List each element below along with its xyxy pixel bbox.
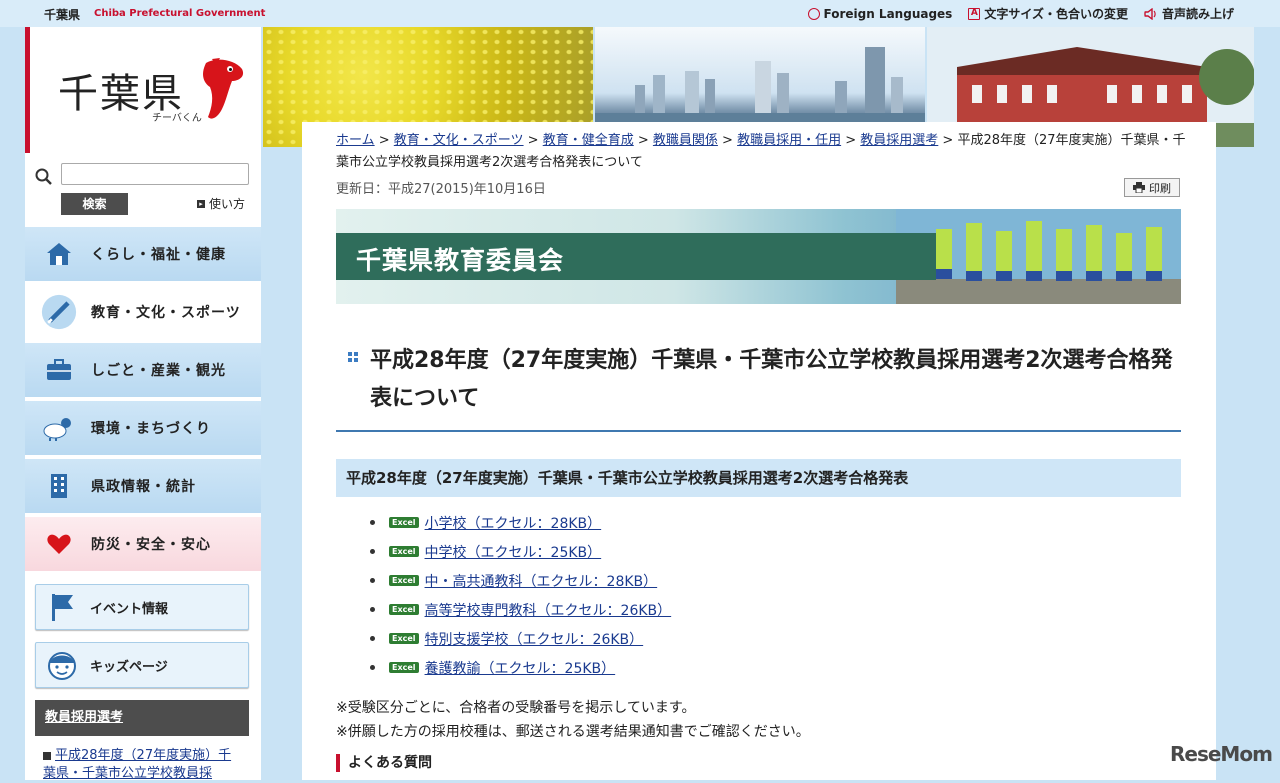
event-info-label: イベント情報: [90, 601, 169, 617]
nav-label: 環境・まちづくり: [91, 421, 211, 437]
howto-link[interactable]: ▸ 使い方: [197, 195, 245, 212]
pen-icon: [41, 294, 77, 330]
bullet: [370, 665, 375, 670]
bullet: [370, 520, 375, 525]
nav-disaster-safety[interactable]: 防災・安全・安心: [25, 517, 261, 573]
site-name-en[interactable]: Chiba Prefectural Government: [94, 8, 265, 19]
letter-a-icon: A: [968, 7, 981, 20]
file-link-junior-senior-common[interactable]: 中・高共通教科（エクセル：28KB）: [425, 571, 658, 591]
bullet: [370, 607, 375, 612]
nav-living-welfare-health[interactable]: くらし・福祉・健康: [25, 227, 261, 283]
site-name[interactable]: 千葉県: [44, 6, 80, 23]
globe-icon: [807, 7, 820, 20]
file-link-school-nurse[interactable]: 養護教諭（エクセル：25KB）: [425, 658, 616, 678]
breadcrumb-staff-recruitment[interactable]: 教職員採用・任用: [737, 133, 841, 148]
arrow-right-icon: [43, 751, 51, 760]
search-input[interactable]: [61, 163, 249, 185]
building-icon: [41, 468, 77, 504]
faq-heading: よくある質問: [336, 754, 432, 772]
excel-icon: Excel: [389, 604, 419, 615]
bullet: [370, 578, 375, 583]
sidebar-link-current-page[interactable]: 平成28年度（27年度実施）千葉県・千葉市公立学校教員採: [43, 747, 243, 783]
breadcrumb-home[interactable]: ホーム: [336, 133, 375, 148]
nav-label: 防災・安全・安心: [91, 537, 211, 553]
banner-title: 千葉県教育委員会: [356, 246, 565, 275]
nav-environment-urban[interactable]: 環境・まちづくり: [25, 401, 261, 457]
kids-page-button[interactable]: キッズページ: [35, 642, 249, 688]
event-info-button[interactable]: イベント情報: [35, 584, 249, 630]
list-item: Excel 小学校（エクセル：28KB）: [370, 508, 671, 537]
list-item: Excel 高等学校専門教科（エクセル：26KB）: [370, 595, 671, 624]
note-multiple-applications: ※併願した方の採用校種は、郵送される選考結果通知書でご確認ください。: [336, 724, 810, 740]
excel-icon: Excel: [389, 517, 419, 528]
title-bullet-icon: [348, 352, 358, 362]
foreign-languages-link[interactable]: Foreign Languages: [807, 5, 953, 22]
text-size-color-link[interactable]: A 文字サイズ・色合いの変更: [968, 5, 1128, 22]
text-size-color-label: 文字サイズ・色合いの変更: [984, 7, 1128, 21]
print-button[interactable]: 印刷: [1124, 178, 1180, 197]
nav-education-culture-sports[interactable]: 教育・文化・スポーツ: [25, 285, 261, 341]
nav-work-industry-tourism[interactable]: しごと・産業・観光: [25, 343, 261, 399]
excel-icon: Excel: [389, 662, 419, 673]
read-aloud-link[interactable]: 音声読み上げ: [1144, 5, 1234, 22]
file-link-junior-high[interactable]: 中学校（エクセル：25KB）: [425, 542, 602, 562]
breadcrumb-teacher-recruitment[interactable]: 教員採用選考: [860, 133, 938, 148]
logo[interactable]: 千葉県 チーバくん: [25, 27, 261, 153]
excel-icon: Excel: [389, 633, 419, 644]
print-label: 印刷: [1149, 181, 1171, 195]
breadcrumb-staff[interactable]: 教職員関係: [653, 133, 718, 148]
list-item: Excel 中・高共通教科（エクセル：28KB）: [370, 566, 671, 595]
chiba-kun-mascot-icon: [203, 58, 244, 119]
nav-prefectural-info-stats[interactable]: 県政情報・統計: [25, 459, 261, 515]
board-of-education-banner: 千葉県教育委員会: [336, 209, 1181, 304]
read-aloud-label: 音声読み上げ: [1161, 7, 1234, 21]
file-link-special-support[interactable]: 特別支援学校（エクセル：26KB）: [425, 629, 644, 649]
list-item: Excel 中学校（エクセル：25KB）: [370, 537, 671, 566]
excel-icon: Excel: [389, 546, 419, 557]
title-divider: [336, 430, 1181, 432]
mascot-name: チーバくん: [152, 113, 202, 124]
cloud-sun-icon: [41, 410, 77, 446]
printer-icon: [1133, 182, 1145, 193]
house-icon: [41, 236, 77, 272]
section-heading-teacher-recruitment[interactable]: 教員採用選考: [35, 700, 249, 736]
nav-label: 県政情報・統計: [91, 479, 196, 495]
file-link-elementary[interactable]: 小学校（エクセル：28KB）: [425, 513, 602, 533]
search-button[interactable]: 検索: [61, 193, 128, 215]
briefcase-icon: [41, 352, 77, 388]
note-exam-numbers: ※受験区分ごとに、合格者の受験番号を掲示しています。: [336, 700, 696, 716]
sidebar-link-label: 平成28年度（27年度実施）千葉県・千葉市公立学校教員採: [43, 748, 232, 781]
file-list: Excel 小学校（エクセル：28KB） Excel 中学校（エクセル：25KB） …: [370, 508, 671, 682]
arrow-right-icon: ▸: [197, 199, 205, 208]
excel-icon: Excel: [389, 575, 419, 586]
top-bar: 千葉県 Chiba Prefectural Government Foreign…: [0, 0, 1280, 27]
nav-label: 教育・文化・スポーツ: [91, 305, 241, 321]
search-icon: [35, 168, 52, 185]
flag-icon: [44, 589, 80, 625]
bullet: [370, 549, 375, 554]
heart-icon: [41, 526, 77, 562]
section-title: 平成28年度（27年度実施）千葉県・千葉市公立学校教員採用選考2次選考合格発表: [336, 459, 1181, 497]
page-title: 平成28年度（27年度実施）千葉県・千葉市公立学校教員採用選考2次選考合格発表に…: [370, 348, 1173, 411]
updated-date: 更新日：平成27(2015)年10月16日: [336, 182, 546, 197]
nav-label: くらし・福祉・健康: [91, 247, 226, 263]
file-link-high-school-specialized[interactable]: 高等学校専門教科（エクセル：26KB）: [425, 600, 672, 620]
howto-label: 使い方: [209, 197, 246, 211]
list-item: Excel 特別支援学校（エクセル：26KB）: [370, 624, 671, 653]
breadcrumb-education-culture-sports[interactable]: 教育・文化・スポーツ: [394, 133, 524, 148]
speaker-icon: [1144, 7, 1156, 20]
nav-label: しごと・産業・観光: [91, 363, 226, 379]
breadcrumb: ホーム > 教育・文化・スポーツ > 教育・健全育成 > 教職員関係 > 教職員…: [336, 133, 1186, 170]
breadcrumb-education-youth[interactable]: 教育・健全育成: [543, 133, 634, 148]
bullet: [370, 636, 375, 641]
foreign-languages-label: Foreign Languages: [823, 6, 953, 21]
kids-page-label: キッズページ: [90, 659, 168, 675]
sidebar: 千葉県 チーバくん 検索 ▸ 使い方 くらし・福祉・健康 教育・文化・スポーツ …: [25, 27, 261, 783]
list-item: Excel 養護教諭（エクセル：25KB）: [370, 653, 671, 682]
resemom-watermark: ReseMom: [1170, 742, 1273, 766]
kid-face-icon: [44, 647, 80, 683]
main-content: ホーム > 教育・文化・スポーツ > 教育・健全育成 > 教職員関係 > 教職員…: [302, 122, 1216, 780]
top-links: Foreign Languages A 文字サイズ・色合いの変更 音声読み上げ: [807, 5, 1234, 22]
